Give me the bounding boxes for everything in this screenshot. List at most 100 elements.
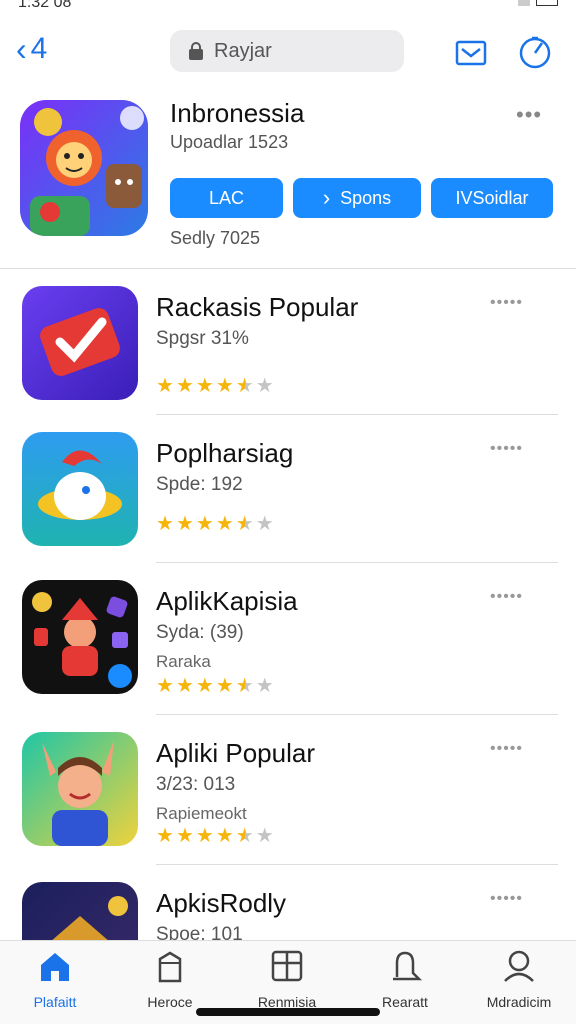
home-indicator [196,1008,380,1016]
castle-app-icon[interactable] [22,882,138,940]
app-title: ApkisRodly [156,888,287,918]
tab-plafaitt[interactable]: Plafaitt [0,949,110,1010]
list-item[interactable]: Rackasis Popular Spgsr 31% ••••• ★ ★ ★ ★ ★ ★ [0,286,576,426]
status-bar: 1:32 08 [0,0,576,14]
star-empty-icon: ★ [255,675,274,697]
status-icons [518,0,558,6]
search-label: Rayjar [214,39,272,62]
divider [0,268,576,269]
star-icon: ★ [195,825,214,847]
star-icon: ★ [195,513,214,535]
app-detail: Spoe: 101 [156,924,243,940]
star-icon: ★ [156,825,174,847]
more-icon[interactable]: ••••• [490,294,523,312]
app-detail: Syda: (39) [156,622,244,643]
star-icon: ★ [215,675,234,697]
ivsoidlar-button-label: IVSoidlar [455,187,529,208]
divider [156,562,558,563]
lac-button[interactable]: LAC [170,178,283,218]
tab-mdradicim[interactable]: Mdradicim [464,949,574,1010]
tab-label: Plafaitt [33,994,77,1010]
checkmark-app-icon[interactable] [22,286,138,400]
featured-app-icon[interactable] [20,100,148,236]
more-icon[interactable]: ••••• [490,890,523,908]
list-item[interactable]: Poplharsiag Spde: 192 ••••• ★ ★ ★ ★ ★ ★ [0,432,576,572]
grid-icon [269,949,305,988]
more-icon[interactable]: ••••• [490,588,523,606]
bell-icon [387,949,423,988]
list-item[interactable]: ApkisRodly Spoe: 101 ••••• [0,882,576,940]
star-empty-icon: ★ [255,513,274,535]
rating-stars: ★ ★ ★ ★ ★ ★ [156,676,274,696]
star-empty-icon: ★ [255,375,274,397]
app-category: Raraka [156,652,211,671]
top-nav: ‹ 4 Rayjar [0,26,576,76]
star-icon: ★ [175,375,194,397]
star-icon: ★ [215,375,234,397]
star-icon: ★ [195,375,214,397]
star-half-icon: ★ [235,825,254,847]
home-icon [37,949,73,988]
avatar-app-icon[interactable] [22,732,138,846]
star-icon: ★ [175,825,194,847]
app-title: Apliki Popular [156,738,315,768]
divider [156,864,558,865]
rating-stars: ★ ★ ★ ★ ★ ★ [156,376,274,396]
star-icon: ★ [195,675,214,697]
bird-app-icon[interactable] [22,432,138,546]
star-half-icon: ★ [235,513,254,535]
more-icon[interactable]: ••••• [490,740,523,758]
app-detail: Spgsr 31% [156,328,249,349]
chevron-left-icon: ‹ [16,31,27,67]
tab-label: Heroce [147,994,193,1010]
list-item[interactable]: AplikKapisia Syda: (39) Raraka ••••• ★ ★ ★… [0,580,576,720]
person-icon [501,949,537,988]
app-title: Poplharsiag [156,438,294,468]
featured-title: Inbronessia [170,98,305,128]
character-app-icon[interactable] [22,580,138,694]
tab-rearatt[interactable]: Rearatt [350,949,460,1010]
lock-icon [188,42,204,60]
rating-stars: ★ ★ ★ ★ ★ ★ [156,514,274,534]
featured-buttons: LAC › Spons IVSoidlar [170,178,553,218]
star-icon: ★ [215,825,234,847]
chevron-right-icon: › [322,185,331,210]
compass-icon[interactable] [518,36,552,70]
back-button[interactable]: ‹ 4 [16,32,47,66]
mail-icon[interactable] [454,36,488,70]
more-icon[interactable]: ••••• [490,440,523,458]
lac-button-label: LAC [208,187,244,208]
building-icon [152,949,188,988]
search-field[interactable]: Rayjar [170,30,404,72]
ivsoidlar-button[interactable]: IVSoidlar [431,178,553,218]
featured-app[interactable]: Inbronessia Upoadlar 1523 ••• LAC › Spon… [0,98,576,270]
star-icon: ★ [156,375,174,397]
app-detail: Spde: 192 [156,474,243,495]
tab-label: Mdradicim [486,994,552,1010]
back-label: 4 [30,32,48,65]
star-icon: ★ [175,675,194,697]
tab-label: Rearatt [382,994,428,1010]
tab-renmisia[interactable]: Renmisia [232,949,342,1010]
app-title: AplikKapisia [156,586,298,616]
battery-icon [536,0,558,6]
list-item[interactable]: Apliki Popular 3/23: 013 Rapiemeokt ••••… [0,732,576,872]
star-half-icon: ★ [235,675,254,697]
divider [156,414,558,415]
app-title: Rackasis Popular [156,292,359,322]
star-icon: ★ [156,513,174,535]
rating-stars: ★ ★ ★ ★ ★ ★ [156,826,274,846]
app-category: Rapiemeokt [156,804,247,823]
tab-heroce[interactable]: Heroce [115,949,225,1010]
spons-button-label: Spons [340,187,392,208]
star-half-icon: ★ [235,375,254,397]
more-icon[interactable]: ••• [516,102,542,128]
star-empty-icon: ★ [255,825,274,847]
divider [156,714,558,715]
spons-button[interactable]: › Spons [293,178,421,218]
featured-subtitle: Upoadlar 1523 [170,132,289,152]
featured-footer: Sedly 7025 [170,228,261,248]
star-icon: ★ [215,513,234,535]
app-detail: 3/23: 013 [156,774,236,795]
status-time: 1:32 08 [18,0,72,11]
